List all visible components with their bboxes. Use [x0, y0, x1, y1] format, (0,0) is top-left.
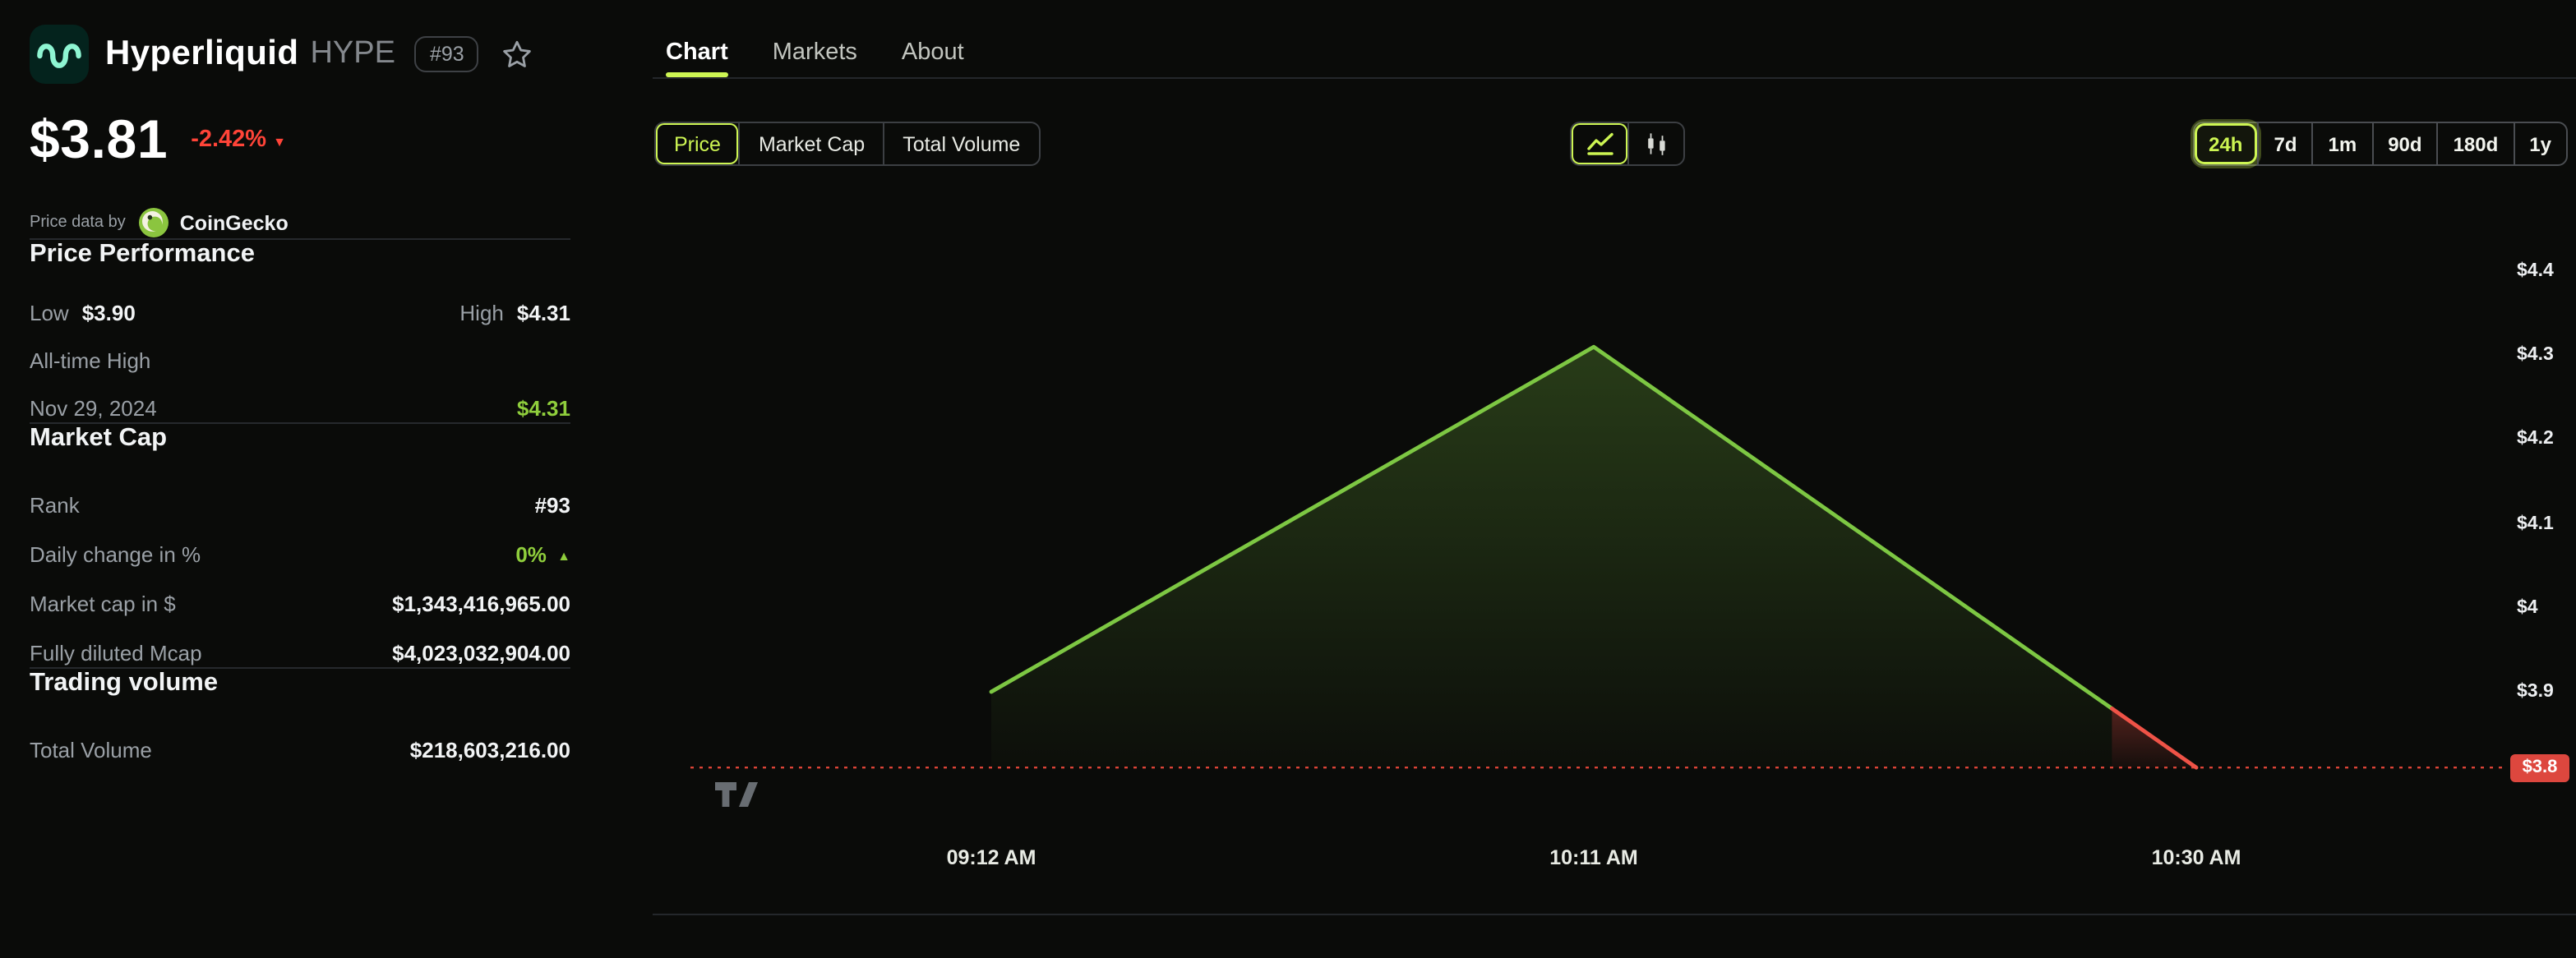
attribution-prefix: Price data by	[30, 214, 126, 232]
divider	[653, 914, 2576, 915]
metric-button-market-cap[interactable]: Market Cap	[738, 123, 883, 164]
stat-label: Total Volume	[30, 737, 152, 762]
main-panel: Chart Markets About Price Market Cap Tot…	[653, 0, 2576, 958]
range-button-180d[interactable]: 180d	[2436, 123, 2514, 164]
tab-markets[interactable]: Markets	[773, 26, 857, 77]
metric-toggle-group: Price Market Cap Total Volume	[654, 122, 1041, 166]
stat-label: Fully diluted Mcap	[30, 640, 202, 665]
low-pair: Low $3.90	[30, 300, 136, 325]
hyperliquid-logo-icon	[30, 25, 89, 84]
stat-value: $1,343,416,965.00	[392, 591, 570, 615]
coin-sidebar: Hyperliquid HYPE #93 $3.81 -2.42% ▼ Pric…	[0, 0, 653, 958]
high-label: High	[459, 300, 504, 325]
tab-bar: Chart Markets About	[666, 26, 964, 77]
rank-badge: #93	[414, 36, 479, 72]
area-fill-up	[991, 347, 2112, 768]
chart-type-toggle-group	[1570, 122, 1685, 166]
stat-value: #93	[534, 492, 570, 517]
price-row: $3.81 -2.42% ▼	[30, 107, 570, 173]
stat-label: Daily change in %	[30, 541, 201, 566]
ath-value: $4.31	[516, 395, 570, 420]
stat-row-market-cap: Market cap in $ $1,343,416,965.00	[30, 588, 570, 618]
coin-symbol: HYPE	[310, 36, 395, 71]
stat-label: Market cap in $	[30, 591, 176, 615]
price-change-value: -2.42%	[191, 127, 267, 153]
line-chart-icon	[1586, 131, 1613, 156]
price-chart[interactable]: $3.8 $4.4 $4.3 $4.2 $4.1 $4 $3.9 09:12 AM 10:11…	[653, 181, 2576, 914]
price-performance-heading: Price Performance	[30, 240, 255, 268]
change-down-icon: ▼	[273, 134, 286, 149]
x-axis-label: 09:12 AM	[946, 846, 1036, 869]
metric-button-price[interactable]: Price	[656, 123, 739, 164]
ath-date: Nov 29, 2024	[30, 395, 157, 420]
x-axis-label: 10:11 AM	[1549, 846, 1638, 869]
data-attribution: Price data by CoinGecko	[30, 207, 570, 238]
low-high-row: Low $3.90 High $4.31	[30, 297, 570, 327]
coin-name: Hyperliquid	[105, 35, 299, 72]
tab-about[interactable]: About	[902, 26, 964, 77]
stat-row-rank: Rank #93	[30, 490, 570, 519]
time-range-group: 24h 7d 1m 90d 180d 1y	[2192, 122, 2568, 166]
range-button-24h[interactable]: 24h	[2194, 123, 2258, 164]
high-value: $4.31	[516, 300, 570, 325]
y-axis-label: $4.3	[2517, 345, 2554, 366]
range-button-1y[interactable]: 1y	[2513, 123, 2566, 164]
range-button-1m[interactable]: 1m	[2311, 123, 2372, 164]
tab-chart[interactable]: Chart	[666, 26, 728, 77]
low-value: $3.90	[81, 300, 136, 325]
ath-label: All-time High	[30, 348, 151, 372]
stat-value: $218,603,216.00	[409, 737, 570, 762]
daily-change-value: 0%	[515, 541, 547, 566]
y-axis-label: $4.4	[2517, 261, 2554, 281]
coin-header: Hyperliquid HYPE #93	[30, 23, 570, 85]
ath-row: Nov 29, 2024 $4.31	[30, 393, 570, 422]
coingecko-attribution-link[interactable]: CoinGecko	[180, 211, 289, 234]
range-button-90d[interactable]: 90d	[2371, 123, 2436, 164]
price-change: -2.42% ▼	[191, 127, 286, 153]
current-price: $3.81	[30, 108, 169, 169]
metric-button-total-volume[interactable]: Total Volume	[883, 123, 1038, 164]
stat-row-fdv: Fully diluted Mcap $4,023,032,904.00	[30, 638, 570, 667]
y-axis-label: $4	[2517, 597, 2538, 618]
stat-row-total-volume: Total Volume $218,603,216.00	[30, 735, 570, 764]
candlestick-icon	[1643, 131, 1669, 157]
stat-value: $4,023,032,904.00	[392, 640, 570, 665]
tradingview-logo[interactable]	[715, 782, 759, 807]
y-axis-label: $3.9	[2517, 682, 2554, 702]
chart-type-candlestick-button[interactable]	[1627, 123, 1683, 164]
x-axis-label: 10:30 AM	[2151, 846, 2241, 869]
y-axis-label: $4.1	[2517, 514, 2554, 534]
current-price-badge: $3.8	[2510, 753, 2569, 782]
stat-label: Rank	[30, 492, 80, 517]
price-chart-canvas	[690, 344, 2504, 770]
range-button-7d[interactable]: 7d	[2257, 123, 2311, 164]
y-axis-label: $4.2	[2517, 429, 2554, 449]
change-up-icon: ▲	[557, 548, 570, 563]
coingecko-icon	[139, 207, 170, 238]
market-cap-heading: Market Cap	[30, 424, 168, 452]
stat-row-daily-change: Daily change in % 0% ▲	[30, 539, 570, 569]
favorite-star-icon[interactable]	[501, 37, 535, 71]
low-label: Low	[30, 300, 69, 325]
trading-volume-heading: Trading volume	[30, 669, 219, 697]
high-pair: High $4.31	[459, 300, 570, 325]
divider	[653, 77, 2576, 79]
app-window: Hyperliquid HYPE #93 $3.81 -2.42% ▼ Pric…	[0, 0, 2576, 958]
chart-type-line-button[interactable]	[1572, 123, 1627, 164]
stat-value: 0% ▲	[515, 541, 570, 566]
